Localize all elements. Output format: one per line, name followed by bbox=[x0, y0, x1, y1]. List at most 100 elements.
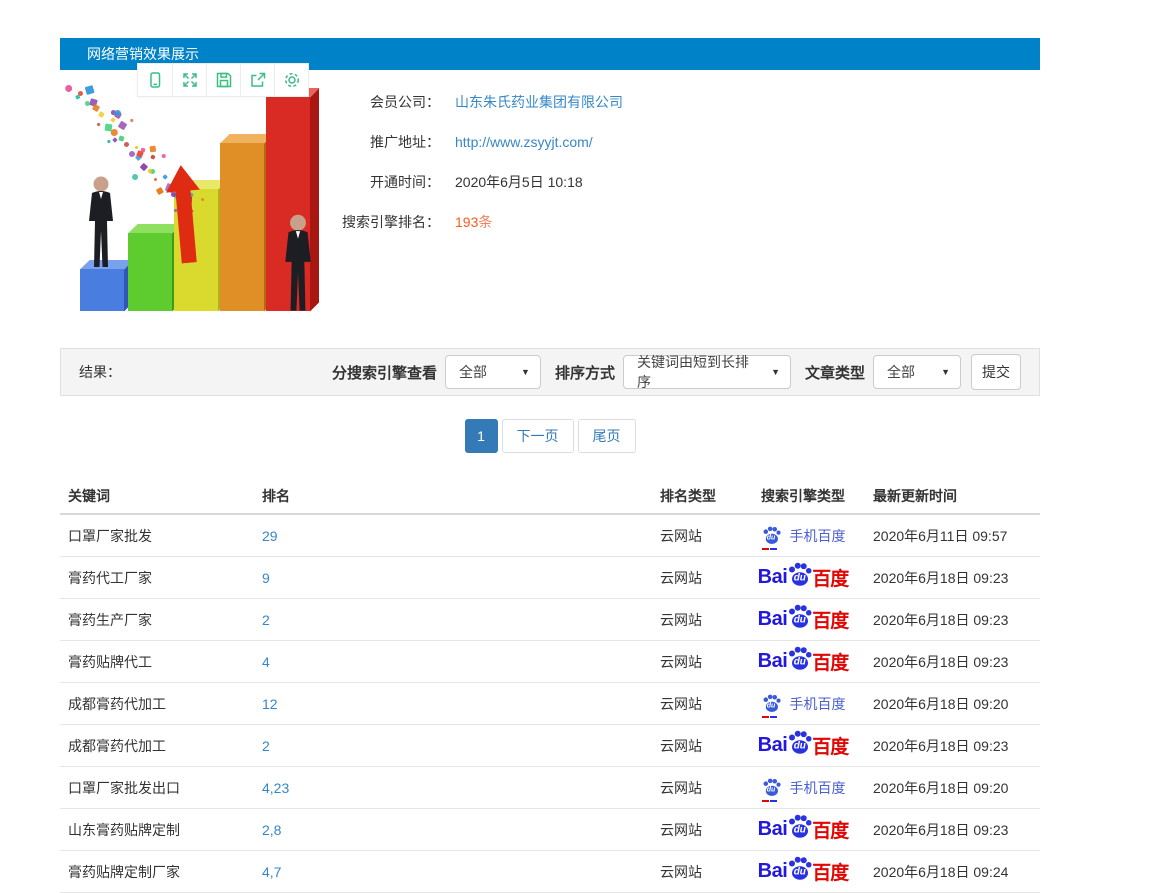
baidu-paw-icon: du bbox=[761, 778, 782, 797]
rank-link[interactable]: 4,7 bbox=[262, 864, 281, 880]
rank-link[interactable]: 9 bbox=[262, 570, 270, 586]
rank-link[interactable]: 2 bbox=[262, 612, 270, 628]
submit-button[interactable]: 提交 bbox=[971, 354, 1021, 390]
mobile-baidu-label: 手机百度 bbox=[790, 694, 846, 714]
baidu-logo-bai: Bai bbox=[758, 566, 788, 589]
sort-filter-value: 关键词由短到长排序 bbox=[637, 352, 759, 392]
keyword-cell: 膏药贴牌代工 bbox=[60, 652, 262, 672]
baidu-logo-bai: Bai bbox=[758, 608, 788, 631]
engine-cell: du 手机百度 Bai du 百度 bbox=[733, 856, 873, 887]
engine-filter-label: 分搜索引擎查看 bbox=[332, 362, 437, 383]
mobile-baidu-label: 手机百度 bbox=[790, 526, 846, 546]
baidu-logo: Bai du 百度 bbox=[758, 604, 849, 635]
promo-url-label: 推广地址： bbox=[330, 132, 440, 152]
share-button[interactable] bbox=[240, 64, 274, 96]
engine-filter-value: 全部 bbox=[459, 362, 487, 382]
table-header-row: 关键词 排名 排名类型 搜索引擎类型 最新更新时间 bbox=[60, 478, 1040, 515]
header-keyword: 关键词 bbox=[60, 486, 262, 506]
engine-cell: du 手机百度 Bai du 百度 bbox=[733, 562, 873, 593]
main-panel: 网络营销效果展示 会员公司： 山东朱氏药业集团有限公司 推广地址： http:/… bbox=[60, 38, 1040, 70]
keyword-cell: 山东膏药贴牌定制 bbox=[60, 820, 262, 840]
engine-cell: du 手机百度 Bai du 百度 bbox=[733, 730, 873, 761]
header-updated: 最新更新时间 bbox=[873, 486, 1040, 506]
table-body: 口罩厂家批发 29 云网站 du 手机百度 Bai bbox=[60, 515, 1040, 893]
baidu-logo-bai: Bai bbox=[758, 818, 788, 841]
save-button[interactable] bbox=[206, 64, 240, 96]
sort-filter-select[interactable]: 关键词由短到长排序 ▼ bbox=[623, 355, 791, 389]
baidu-logo-bai: Bai bbox=[758, 860, 788, 883]
rank-type-cell: 云网站 bbox=[660, 652, 733, 672]
header-engine-type: 搜索引擎类型 bbox=[733, 486, 873, 506]
table-row: 膏药贴牌定制厂家 4,7 云网站 du 手机百度 Bai bbox=[60, 851, 1040, 893]
growth-arrow-graphic bbox=[164, 164, 206, 265]
settings-button[interactable] bbox=[274, 64, 308, 96]
rank-link[interactable]: 29 bbox=[262, 528, 278, 544]
mobile-baidu-underline bbox=[762, 716, 777, 718]
clipart-bar-green bbox=[128, 233, 172, 311]
rank-type-cell: 云网站 bbox=[660, 778, 733, 798]
engine-filter-select[interactable]: 全部 ▼ bbox=[445, 355, 541, 389]
share-icon bbox=[249, 71, 267, 89]
rank-link[interactable]: 2 bbox=[262, 738, 270, 754]
engine-cell: du 手机百度 Bai du 百度 bbox=[733, 814, 873, 845]
last-page-button[interactable]: 尾页 bbox=[578, 419, 636, 453]
table-row: 成都膏药代加工 2 云网站 du 手机百度 Bai bbox=[60, 725, 1040, 767]
rank-link[interactable]: 2,8 bbox=[262, 822, 281, 838]
chevron-down-icon: ▼ bbox=[929, 367, 950, 377]
baidu-logo: Bai du 百度 bbox=[758, 730, 849, 761]
rank-type-cell: 云网站 bbox=[660, 694, 733, 714]
baidu-logo-bai: Bai bbox=[758, 734, 788, 757]
pagination: 1 下一页 尾页 bbox=[60, 419, 1040, 453]
updated-cell: 2020年6月18日 09:23 bbox=[873, 652, 1040, 672]
chart-toolbar bbox=[137, 63, 309, 97]
table-row: 膏药贴牌代工 4 云网站 du 手机百度 Bai bbox=[60, 641, 1040, 683]
member-info: 会员公司： 山东朱氏药业集团有限公司 推广地址： http://www.zsyy… bbox=[330, 92, 1030, 252]
rank-link[interactable]: 12 bbox=[262, 696, 278, 712]
gear-icon bbox=[283, 71, 301, 89]
mobile-preview-button[interactable] bbox=[138, 64, 172, 96]
mobile-baidu-badge: du 手机百度 bbox=[761, 778, 846, 798]
header-rank: 排名 bbox=[262, 486, 660, 506]
engine-cell: du 手机百度 Bai du 百度 bbox=[733, 646, 873, 677]
promo-url-link[interactable]: http://www.zsyyjt.com/ bbox=[455, 134, 593, 150]
open-time-value: 2020年6月5日 10:18 bbox=[455, 172, 583, 192]
mobile-baidu-underline bbox=[762, 800, 777, 802]
rank-type-cell: 云网站 bbox=[660, 610, 733, 630]
mobile-icon bbox=[146, 71, 164, 89]
marketing-clipart-image bbox=[68, 83, 320, 325]
keyword-cell: 口罩厂家批发 bbox=[60, 526, 262, 546]
updated-cell: 2020年6月18日 09:20 bbox=[873, 778, 1040, 798]
table-row: 口罩厂家批发出口 4,23 云网站 du 手机百度 Bai bbox=[60, 767, 1040, 809]
company-link[interactable]: 山东朱氏药业集团有限公司 bbox=[455, 94, 623, 110]
keyword-ranking-table: 关键词 排名 排名类型 搜索引擎类型 最新更新时间 口罩厂家批发 29 云网站 … bbox=[60, 478, 1040, 893]
baidu-paw-icon: du bbox=[786, 730, 813, 755]
baidu-logo-cn: 百度 bbox=[812, 606, 848, 633]
keyword-cell: 膏药生产厂家 bbox=[60, 610, 262, 630]
updated-cell: 2020年6月11日 09:57 bbox=[873, 526, 1040, 546]
clipart-bar-orange bbox=[220, 143, 264, 311]
rank-type-cell: 云网站 bbox=[660, 568, 733, 588]
next-page-button[interactable]: 下一页 bbox=[502, 419, 574, 453]
mobile-baidu-badge: du 手机百度 bbox=[761, 694, 846, 714]
baidu-paw-icon: du bbox=[786, 814, 813, 839]
rank-type-cell: 云网站 bbox=[660, 862, 733, 882]
rank-type-cell: 云网站 bbox=[660, 526, 733, 546]
baidu-logo-bai: Bai bbox=[758, 650, 788, 673]
baidu-paw-icon: du bbox=[786, 646, 813, 671]
rank-link[interactable]: 4,23 bbox=[262, 780, 289, 796]
open-time-label: 开通时间： bbox=[330, 172, 440, 192]
table-row: 山东膏药贴牌定制 2,8 云网站 du 手机百度 Bai bbox=[60, 809, 1040, 851]
info-field-url: 推广地址： http://www.zsyyjt.com/ bbox=[330, 132, 1030, 152]
engine-cell: du 手机百度 Bai du 百度 bbox=[733, 694, 873, 714]
updated-cell: 2020年6月18日 09:24 bbox=[873, 862, 1040, 882]
keyword-cell: 膏药代工厂家 bbox=[60, 568, 262, 588]
page-title: 网络营销效果展示 bbox=[87, 46, 199, 62]
baidu-logo: Bai du 百度 bbox=[758, 562, 849, 593]
page-1-button[interactable]: 1 bbox=[465, 419, 498, 453]
baidu-logo: Bai du 百度 bbox=[758, 856, 849, 887]
baidu-paw-icon: du bbox=[786, 562, 813, 587]
article-type-select[interactable]: 全部 ▼ bbox=[873, 355, 961, 389]
rank-link[interactable]: 4 bbox=[262, 654, 270, 670]
fullscreen-button[interactable] bbox=[172, 64, 206, 96]
keyword-cell: 膏药贴牌定制厂家 bbox=[60, 862, 262, 882]
